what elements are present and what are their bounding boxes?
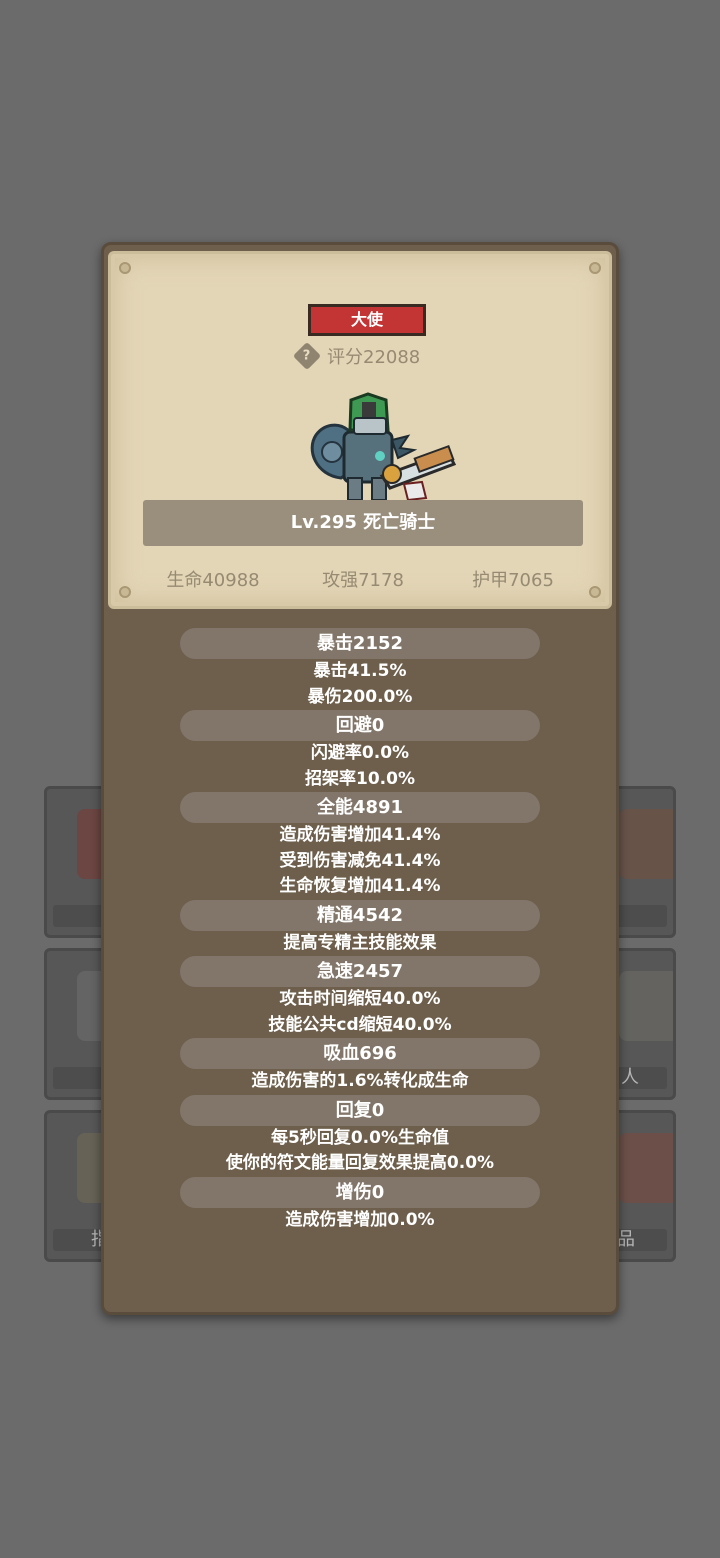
armor-stat: 护甲7065 (472, 570, 554, 591)
attribute-detail: 暴击41.5% (313, 661, 407, 681)
hero-attribute-panel: 大使 ? 评分22088 Lv.295 死亡骑士 生命40988 攻强7178 … (101, 242, 619, 1315)
attribute-detail: 每5秒回复0.0%生命值 (271, 1127, 449, 1148)
attribute-detail: 提高专精主技能效果 (283, 932, 437, 953)
attribute-detail: 暴伤200.0% (307, 686, 413, 707)
attribute-detail: 使你的符文能量回复效果提高0.0% (225, 1153, 495, 1173)
equipment-icon (619, 971, 673, 1041)
attribute-title: 急速2457 (180, 956, 540, 987)
base-stats: 生命40988 攻强7178 护甲7065 (111, 566, 609, 592)
attribute-detail: 招架率10.0% (305, 768, 415, 789)
hero-info-card: 大使 ? 评分22088 Lv.295 死亡骑士 生命40988 攻强7178 … (108, 251, 612, 609)
attribute-detail: 造成伤害增加0.0% (285, 1209, 435, 1230)
hero-portrait (310, 392, 457, 502)
attribute-group: 精通4542 提高专精主技能效果 (104, 899, 616, 957)
attribute-title: 吸血696 (180, 1038, 540, 1069)
attribute-detail: 造成伤害的1.6%转化成生命 (251, 1071, 469, 1091)
attribute-detail: 造成伤害增加41.4% (279, 825, 441, 845)
rivet-icon (119, 262, 131, 274)
attribute-group: 回复0 每5秒回复0.0%生命值使你的符文能量回复效果提高0.0% (104, 1094, 616, 1177)
attribute-detail: 技能公共cd缩短40.0% (268, 1014, 452, 1035)
question-diamond-icon[interactable]: ? (292, 341, 322, 371)
attribute-detail: 生命恢复增加41.4% (279, 876, 441, 896)
attribute-group: 回避0 闪避率0.0% 招架率10.0% (104, 710, 616, 792)
attack-stat: 攻强7178 (322, 570, 404, 591)
card-label: 人 (621, 1067, 639, 1088)
equipment-icon (619, 809, 673, 879)
attribute-title: 暴击2152 (180, 628, 540, 659)
card-label: 品 (617, 1229, 635, 1250)
attribute-group: 急速2457 攻击时间缩短40.0% 技能公共cd缩短40.0% (104, 956, 616, 1038)
attribute-title: 全能4891 (180, 792, 540, 823)
attribute-group: 增伤0 造成伤害增加0.0% (104, 1176, 616, 1234)
hp-stat: 生命40988 (166, 570, 260, 591)
attribute-group: 吸血696 造成伤害的1.6%转化成生命 (104, 1038, 616, 1095)
attribute-title: 回避0 (180, 710, 540, 741)
attribute-group: 全能4891 造成伤害增加41.4% 受到伤害减免41.4% 生命恢复增加41.4% (104, 792, 616, 900)
rivet-icon (589, 262, 601, 274)
rank-badge: 大使 (308, 304, 426, 336)
attribute-detail: 攻击时间缩短40.0% (279, 989, 441, 1009)
attribute-detail: 闪避率0.0% (310, 743, 410, 763)
hero-name-banner: Lv.295 死亡骑士 (143, 500, 583, 546)
attribute-title: 回复0 (180, 1094, 540, 1126)
attribute-title: 精通4542 (180, 899, 540, 931)
score-text: 评分22088 (327, 347, 421, 368)
attribute-detail: 受到伤害减免41.4% (279, 850, 441, 871)
attribute-title: 增伤0 (180, 1176, 540, 1208)
attribute-list: 暴击2152 暴击41.5% 暴伤200.0% 回避0 闪避率0.0% 招架率10.0% 全… (104, 628, 616, 1233)
attribute-group: 暴击2152 暴击41.5% 暴伤200.0% (104, 628, 616, 710)
score-row: ? 评分22088 (292, 341, 421, 371)
equipment-icon (619, 1133, 673, 1203)
